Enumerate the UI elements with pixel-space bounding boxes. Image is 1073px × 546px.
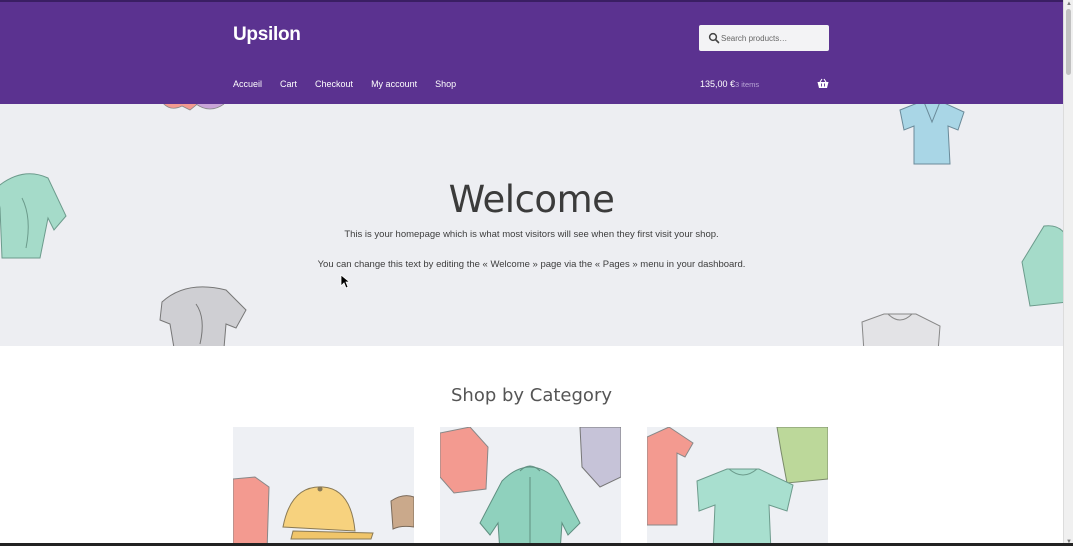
nav-item-accueil[interactable]: Accueil (233, 79, 262, 89)
mouse-pointer-icon (340, 274, 350, 289)
cart-item-count[interactable]: 3 items (735, 80, 759, 89)
nav-item-shop[interactable]: Shop (435, 79, 456, 89)
site-title[interactable]: Upsilon (233, 24, 301, 46)
scroll-up-icon[interactable]: ▲ (1066, 1, 1072, 7)
tshirt-grey-illustration-icon (861, 313, 941, 346)
basket-icon[interactable] (817, 78, 829, 89)
welcome-text-1: This is your homepage which is what most… (344, 229, 719, 240)
hoodie-grey-illustration-icon (159, 286, 247, 346)
tshirts-illustration-icon (647, 427, 828, 546)
site-header: Upsilon Accueil Cart Checkout My account… (0, 0, 1063, 104)
header-cart[interactable]: 135,00 € 3 items (700, 78, 829, 93)
shirt-illustration-icon (163, 104, 225, 111)
hoodies-illustration-icon (440, 427, 621, 546)
welcome-heading: Welcome (448, 178, 615, 221)
shop-by-category-heading: Shop by Category (450, 385, 612, 406)
search-input[interactable] (721, 25, 825, 51)
accessories-illustration-icon (233, 476, 414, 546)
welcome-hero: Welcome This is your homepage which is w… (0, 104, 1063, 346)
primary-navigation: Accueil Cart Checkout My account Shop (233, 79, 474, 89)
shop-page: Upsilon Accueil Cart Checkout My account… (0, 0, 1063, 546)
nav-item-checkout[interactable]: Checkout (315, 79, 353, 89)
tshirt-blue-illustration-icon (899, 104, 965, 165)
page-scrollbar[interactable]: ▲ ▼ (1063, 0, 1073, 546)
nav-item-my-account[interactable]: My account (371, 79, 417, 89)
search-icon (708, 32, 720, 44)
category-card-tshirts[interactable] (647, 427, 828, 546)
category-card-accessories[interactable] (233, 427, 414, 546)
nav-item-cart[interactable]: Cart (280, 79, 297, 89)
category-card-hoodies[interactable] (440, 427, 621, 546)
product-search[interactable] (699, 25, 829, 51)
cart-total[interactable]: 135,00 € (700, 79, 735, 89)
welcome-text-2: You can change this text by editing the … (317, 259, 746, 270)
scrollbar-thumb[interactable] (1066, 9, 1071, 75)
